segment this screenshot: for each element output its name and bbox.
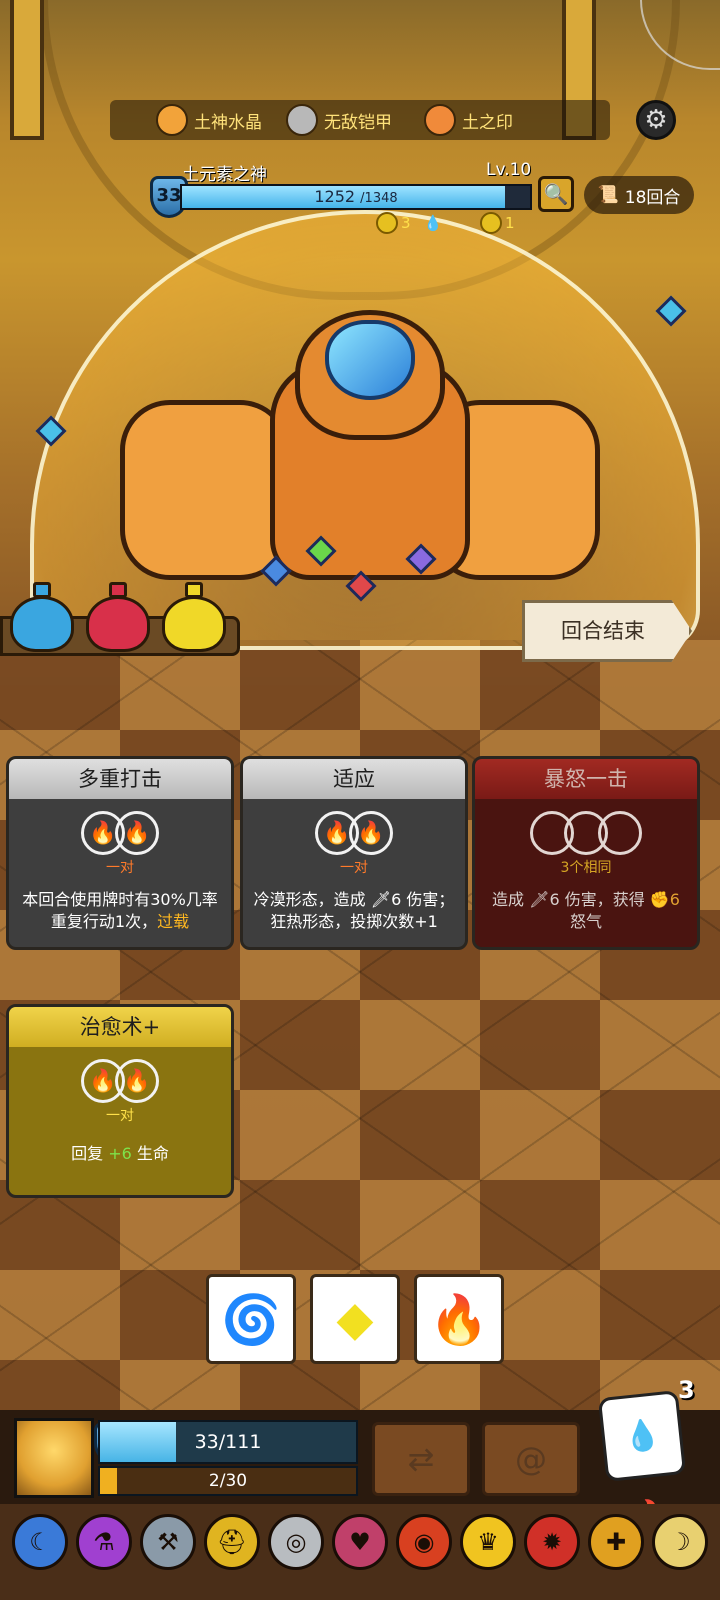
boss-arm-left (120, 400, 290, 580)
boss-level: Lv.10 (486, 160, 532, 180)
boss-name: 土元素之神 (182, 165, 267, 185)
player-hp-text: 33/111 (194, 1431, 262, 1453)
diamond-icon: ◆ (336, 1291, 374, 1347)
boss-hp-max: /1348 (360, 191, 398, 206)
card-description: 冷漠形态，造成 🗡6 伤害；狂热形态，投掷次数+1 (253, 890, 455, 931)
banana-icon[interactable]: ☽ (652, 1514, 708, 1570)
flame-icon: 🔥 (115, 1059, 159, 1103)
die-flame[interactable]: 🔥 (414, 1274, 504, 1364)
scroll-icon: 📜 (597, 185, 619, 205)
seal-icon (424, 104, 456, 136)
boss-hp-current: 1252 (314, 187, 356, 206)
round-label: 18回合 (624, 187, 681, 208)
boss-hp-bar: 1252 /1348 (180, 184, 532, 210)
resource-label: 无敌铠甲 (324, 112, 392, 133)
round-counter: 📜 18回合 (584, 176, 694, 214)
blue-potion-icon[interactable] (10, 596, 74, 652)
die-diamond[interactable]: ◆ (310, 1274, 400, 1364)
die-rainbow[interactable]: 🌀 (206, 1274, 296, 1364)
swirl-icon: @ (515, 1440, 547, 1478)
rainbow-swirl-icon: 🌀 (221, 1291, 281, 1348)
skill-card-adapt[interactable]: 适应 🔥 🔥 一对 冷漠形态，造成 🗡6 伤害；狂热形态，投掷次数+1 (240, 756, 468, 950)
card-title: 适应 (243, 759, 465, 799)
dice-slots: 🔥 🔥 (9, 1059, 231, 1103)
flame-icon: 🔥 (349, 811, 393, 855)
end-turn-button[interactable]: 回合结束 (522, 600, 692, 662)
reroll-button[interactable]: ⇄ (372, 1422, 470, 1496)
fist-icon: ✊ (649, 890, 670, 909)
card-title: 暴怒一击 (475, 759, 697, 799)
stun-icon (376, 212, 398, 234)
card-title: 多重打击 (9, 759, 231, 799)
shield-buff-icon (480, 212, 502, 234)
golden-cross-icon[interactable]: ✚ (588, 1514, 644, 1570)
flame-icon: 🔥 (115, 811, 159, 855)
sword-icon: 🗡 (370, 890, 392, 909)
resource-earth-seal[interactable]: 土之印 (424, 104, 513, 136)
flame-icon: 🔥 (429, 1291, 489, 1348)
potion-neck (33, 582, 51, 598)
card-description: 回复 +6 生命 (71, 1144, 169, 1163)
skill-card-multi-strike[interactable]: 多重打击 🔥 🔥 一对 本回合使用牌时有30%几率重复行动1次，过载 (6, 756, 234, 950)
red-dragon-icon[interactable]: ✹ (524, 1514, 580, 1570)
potion-neck (185, 582, 203, 598)
card-requirement: 一对 (340, 860, 368, 876)
crescent-blade-icon[interactable]: ☾ (12, 1514, 68, 1570)
card-description: 造成 🗡6 伤害，获得 ✊6 怒气 (492, 890, 680, 931)
boss-intent-status[interactable]: 3 💧 (376, 212, 442, 234)
armor-icon (286, 104, 318, 136)
empty-slot (598, 811, 642, 855)
swirl-button[interactable]: @ (482, 1422, 580, 1496)
skill-card-heal[interactable]: 治愈术+ 🔥 🔥 一对 回复 +6 生命 (6, 1004, 234, 1198)
blood-drop-icon: 💧 (423, 214, 443, 232)
boss-sprite[interactable] (120, 300, 600, 610)
skill-card-fury-strike[interactable]: 暴怒一击 3个相同 造成 🗡6 伤害，获得 ✊6 怒气 (472, 756, 700, 950)
resource-label: 土之印 (462, 112, 513, 133)
red-pot-icon[interactable]: ◉ (396, 1514, 452, 1570)
gem-cyan (655, 295, 687, 327)
card-requirement: 3个相同 (560, 860, 612, 876)
dice-slots: 🔥 🔥 (9, 811, 231, 855)
intent-value: 3 (401, 214, 411, 232)
potion-neck (109, 582, 127, 598)
card-requirement: 一对 (106, 860, 134, 876)
inspect-magnifier-icon[interactable]: 🔍 (538, 176, 574, 212)
player-hp-bar: 33/111 (98, 1420, 358, 1464)
axe-icon[interactable]: ⚒ (140, 1514, 196, 1570)
card-description: 本回合使用牌时有30%几率重复行动1次，过载 (22, 890, 218, 931)
dice-slots (475, 811, 697, 855)
hero-portrait[interactable] (14, 1418, 94, 1498)
roll-count: 3 (678, 1376, 695, 1404)
resource-earth-crystal[interactable]: 土神水晶 (156, 104, 262, 136)
resource-invincible-armor[interactable]: 无敌铠甲 (286, 104, 392, 136)
heart-icon[interactable]: ♥ (332, 1514, 388, 1570)
card-title: 治愈术+ (9, 1007, 231, 1047)
purple-potion-icon[interactable]: ⚗ (76, 1514, 132, 1570)
swap-arrows-icon: ⇄ (407, 1440, 435, 1478)
settings-gear-icon[interactable]: ⚙ (636, 100, 676, 140)
player-rage-bar: 2/30 (98, 1466, 358, 1496)
resource-label: 土神水晶 (194, 112, 262, 133)
boss-hp-text: 1252 /1348 (182, 186, 530, 210)
sword-icon: 🗡 (529, 890, 550, 909)
dice-slots: 🔥 🔥 (243, 811, 465, 855)
water-drop-icon: 💧 (621, 1417, 663, 1456)
boss-intent-status[interactable]: 1 (480, 212, 515, 234)
boss-crystal (325, 320, 415, 400)
crystal-icon (156, 104, 188, 136)
golden-helmet-icon[interactable]: ⛑ (204, 1514, 260, 1570)
yellow-potion-icon[interactable] (162, 596, 226, 652)
red-potion-icon[interactable] (86, 596, 150, 652)
intent-value: 1 (505, 214, 515, 232)
crown-icon[interactable]: ♛ (460, 1514, 516, 1570)
pillar-left (10, 0, 44, 140)
player-rage-text: 2/30 (208, 1471, 248, 1491)
card-requirement: 一对 (106, 1108, 134, 1124)
silver-coin-icon[interactable]: ◎ (268, 1514, 324, 1570)
roll-die-button[interactable]: 💧🔥 (597, 1390, 687, 1535)
